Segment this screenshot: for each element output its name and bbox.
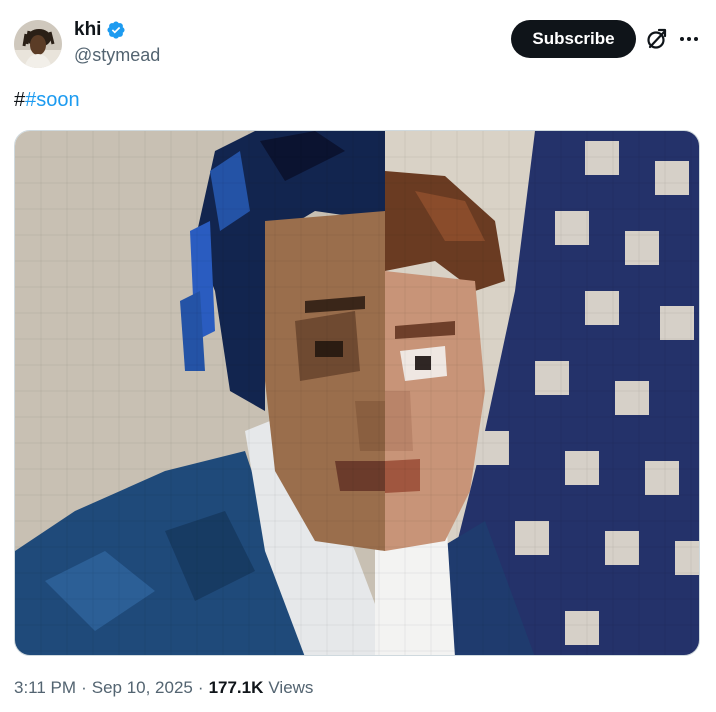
tweet-text: ##soon: [14, 88, 80, 112]
verified-badge-icon: [106, 20, 126, 40]
timestamp-date[interactable]: Sep 10, 2025: [92, 678, 193, 698]
author-avatar[interactable]: [14, 20, 62, 68]
grok-icon[interactable]: [644, 26, 670, 52]
tweet-card: khi @stymead Subscribe ##soon 3:11 PM · …: [0, 0, 716, 712]
author-handle[interactable]: @stymead: [74, 45, 160, 66]
author-display-name[interactable]: khi: [74, 19, 101, 41]
tweet-meta: 3:11 PM · Sep 10, 2025 · 177.1K Views: [14, 678, 313, 698]
timestamp-time[interactable]: 3:11 PM: [14, 678, 76, 698]
hashtag-link[interactable]: #soon: [25, 89, 80, 111]
author-name-row: khi: [74, 18, 126, 42]
tweet-media-image[interactable]: [14, 130, 700, 656]
subscribe-button[interactable]: Subscribe: [511, 20, 636, 58]
meta-separator: ·: [197, 678, 204, 697]
views-label: Views: [268, 678, 314, 697]
more-horizontal-icon[interactable]: [676, 26, 702, 52]
views-count: 177.1K: [208, 678, 264, 697]
tweet-text-prefix: #: [14, 89, 26, 111]
meta-separator: ·: [81, 678, 87, 697]
